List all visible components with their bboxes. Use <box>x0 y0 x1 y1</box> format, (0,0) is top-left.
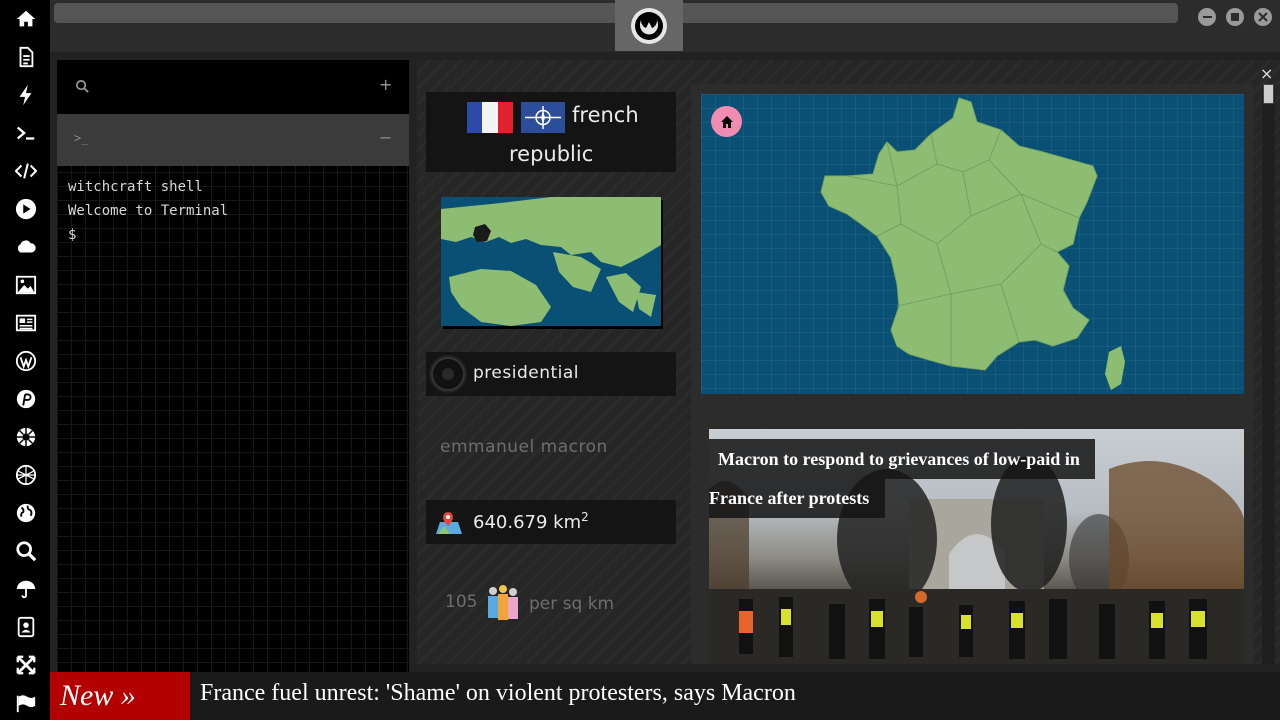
app-sidebar <box>0 0 50 720</box>
terminal-output-line: witchcraft shell <box>68 179 203 195</box>
country-info-panel: × french republic presidential emmanuel … <box>417 60 1280 664</box>
country-name-line1: french <box>572 103 639 127</box>
home-icon[interactable] <box>12 5 40 33</box>
play-icon[interactable] <box>12 195 40 223</box>
terminal-output-line: Welcome to Terminal <box>68 203 229 219</box>
head-of-state: emmanuel macron <box>440 437 608 457</box>
death-star-icon[interactable] <box>12 461 40 489</box>
add-terminal-button[interactable]: + <box>379 75 392 94</box>
country-name-card: french republic <box>426 92 676 172</box>
close-panel-button[interactable]: × <box>1260 64 1273 83</box>
country-name-line2: republic <box>509 142 594 166</box>
newspaper-icon[interactable] <box>12 309 40 337</box>
government-type: presidential <box>473 363 579 383</box>
map-home-button[interactable] <box>711 106 742 137</box>
home-icon <box>720 115 733 128</box>
news-headline-line1: Macron to respond to grievances of low-p… <box>718 449 1080 469</box>
search-icon[interactable] <box>75 79 90 98</box>
density-unit: per sq km <box>529 594 615 614</box>
minimize-button[interactable] <box>1198 8 1216 26</box>
galactic-empire-icon <box>429 355 467 393</box>
country-map[interactable] <box>701 94 1244 394</box>
wordpress-icon[interactable] <box>12 347 40 375</box>
terminal-panel[interactable]: + >_ − witchcraft shell Welcome to Termi… <box>57 60 409 672</box>
rebel-alliance-tab[interactable] <box>615 0 683 51</box>
globe-icon[interactable] <box>12 499 40 527</box>
rebel-alliance-icon <box>631 8 667 44</box>
people-icon <box>486 584 520 626</box>
flag-france-icon <box>467 102 513 133</box>
top-bar <box>50 0 1280 52</box>
terminal-prompt-icon: >_ <box>74 131 89 145</box>
bolt-icon[interactable] <box>12 81 40 109</box>
terminal-input-line[interactable]: $ <box>68 227 76 243</box>
detail-pane: Macron to respond to grievances of low-p… <box>691 84 1253 664</box>
density-value: 105 <box>445 592 478 612</box>
collapse-terminal-button[interactable]: − <box>379 128 392 147</box>
ticker-label: New » <box>50 672 190 720</box>
ticker-headline[interactable]: France fuel unrest: 'Shame' on violent p… <box>200 680 796 707</box>
terminal-icon[interactable] <box>12 119 40 147</box>
area-number: 640.679 km <box>473 512 582 533</box>
world-locator-map[interactable] <box>441 197 661 326</box>
image-icon[interactable] <box>12 271 40 299</box>
news-headline-line2: France after protests <box>709 488 870 508</box>
area-value: 640.679 km2 <box>473 510 589 533</box>
document-icon[interactable] <box>12 43 40 71</box>
cloud-icon[interactable] <box>12 233 40 261</box>
government-card: presidential <box>426 352 676 396</box>
area-card: 640.679 km2 <box>426 500 676 544</box>
search-icon[interactable] <box>12 537 40 565</box>
app-window: + >_ − witchcraft shell Welcome to Termi… <box>0 0 1280 720</box>
scrollbar[interactable] <box>1262 84 1275 664</box>
map-pin-icon <box>436 510 462 538</box>
close-window-button[interactable] <box>1254 8 1272 26</box>
news-ticker: New » France fuel unrest: 'Shame' on vio… <box>50 672 1280 720</box>
terminal-search-bar[interactable]: + <box>57 60 409 114</box>
scrollbar-thumb[interactable] <box>1263 84 1274 104</box>
terminal-tab[interactable]: >_ − <box>57 114 409 166</box>
umbrella-icon[interactable] <box>12 575 40 603</box>
pinterest-icon[interactable] <box>12 385 40 413</box>
move-icon[interactable] <box>12 651 40 679</box>
flag-icon[interactable] <box>12 689 40 717</box>
contact-book-icon[interactable] <box>12 613 40 641</box>
maximize-button[interactable] <box>1226 8 1244 26</box>
news-article-card[interactable]: Macron to respond to grievances of low-p… <box>709 429 1244 664</box>
area-exponent: 2 <box>581 510 589 524</box>
code-icon[interactable] <box>12 157 40 185</box>
flag-nato-icon <box>521 102 565 133</box>
galactic-empire-icon[interactable] <box>12 423 40 451</box>
